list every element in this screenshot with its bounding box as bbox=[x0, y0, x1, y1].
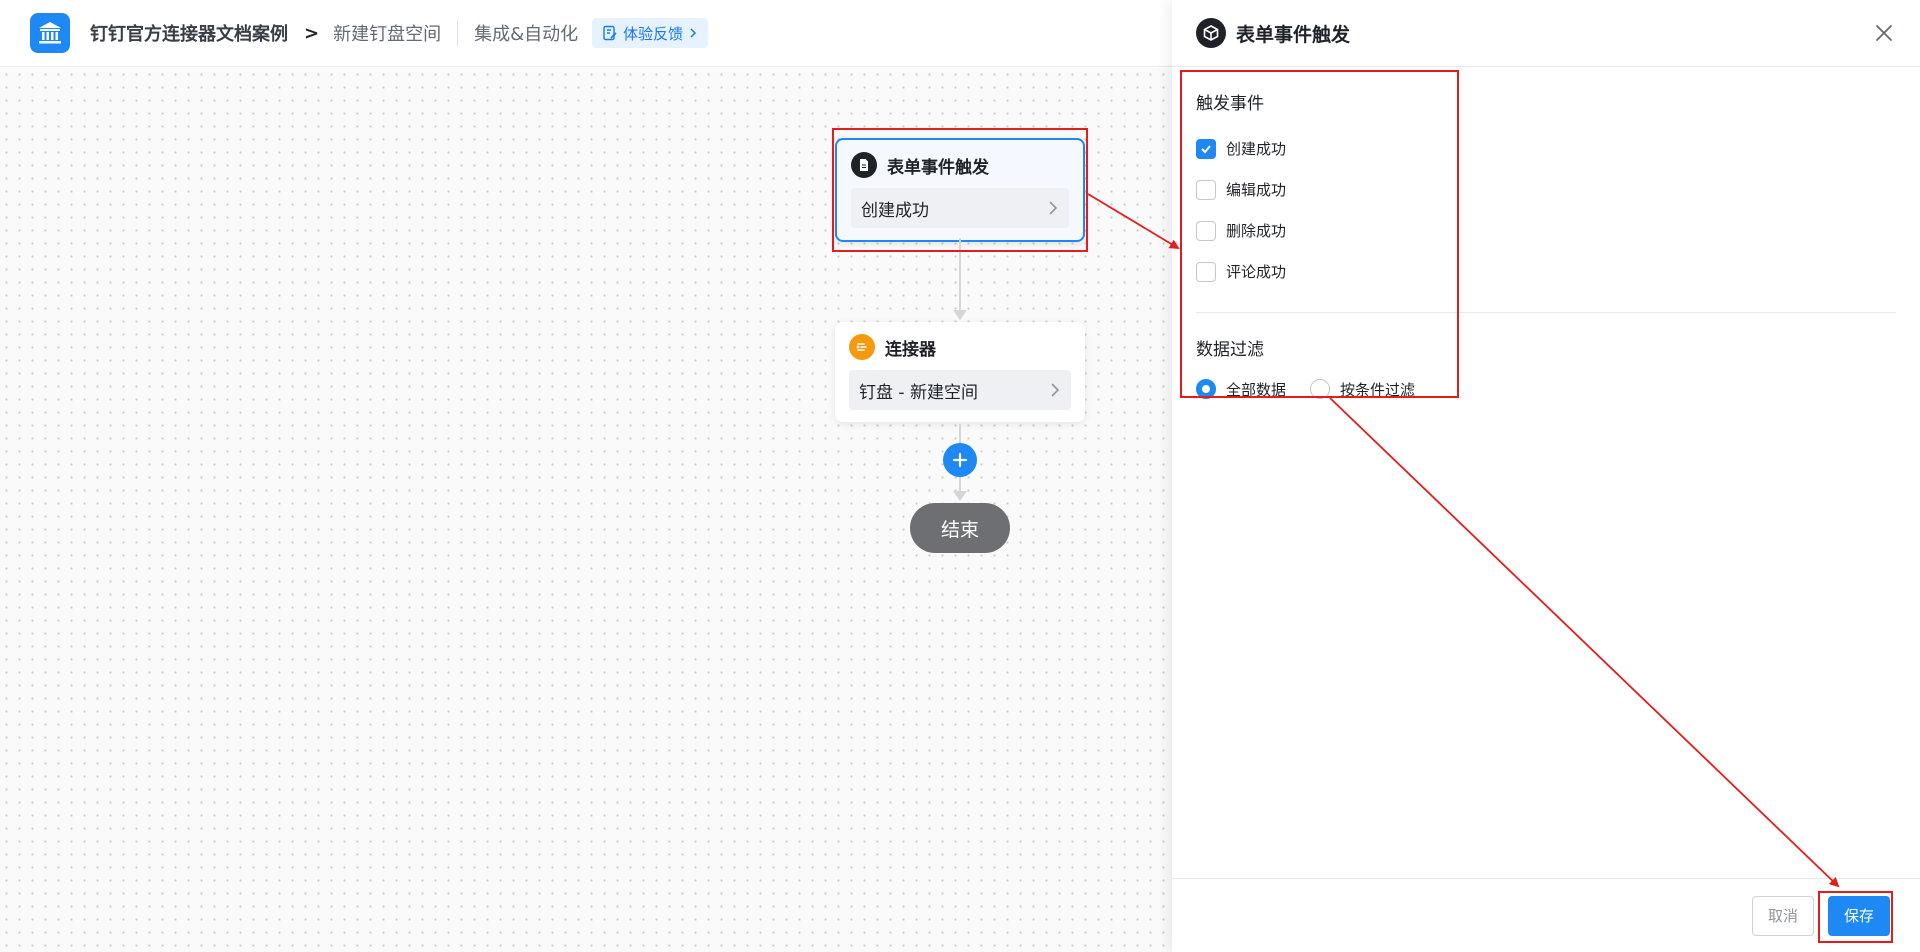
radio-checked[interactable] bbox=[1196, 379, 1216, 399]
trigger-node-value-text: 创建成功 bbox=[861, 200, 929, 221]
feedback-label: 体验反馈 bbox=[623, 24, 684, 43]
cube-icon bbox=[1196, 18, 1226, 48]
chevron-right-icon bbox=[1051, 383, 1060, 397]
checkbox-checked[interactable] bbox=[1196, 138, 1216, 159]
plus-icon bbox=[952, 452, 968, 468]
panel-body: 触发事件 创建成功 编辑成功 删除成功 评论成功 数据过滤 全部数据 按条件过滤 bbox=[1172, 67, 1920, 424]
close-icon bbox=[1876, 25, 1892, 41]
feedback-icon bbox=[603, 25, 617, 41]
trigger-option-edited[interactable]: 编辑成功 bbox=[1196, 169, 1896, 210]
panel-footer: 取消 保存 bbox=[1172, 878, 1920, 952]
trigger-config-panel: 表单事件触发 触发事件 创建成功 编辑成功 删除成功 评论成功 数据过滤 全部数… bbox=[1172, 0, 1920, 952]
trigger-option-label: 评论成功 bbox=[1226, 263, 1287, 281]
flow-canvas[interactable]: 表单事件触发 创建成功 连接器 钉盘 - 新建空间 结束 bbox=[0, 68, 1172, 952]
check-icon bbox=[1201, 144, 1211, 153]
form-document-icon bbox=[851, 152, 877, 178]
trigger-option-label: 创建成功 bbox=[1226, 140, 1287, 158]
checkbox-unchecked[interactable] bbox=[1196, 261, 1216, 282]
breadcrumb-page-name[interactable]: 新建钉盘空间 bbox=[333, 20, 441, 46]
trigger-events-title: 触发事件 bbox=[1196, 94, 1264, 114]
breadcrumb-module[interactable]: 集成&自动化 bbox=[474, 20, 578, 46]
trigger-option-label: 编辑成功 bbox=[1226, 181, 1287, 199]
chevron-right-icon bbox=[1049, 201, 1058, 215]
data-filter-radio-group: 全部数据 按条件过滤 bbox=[1196, 374, 1896, 404]
flow-arrow-down-icon bbox=[953, 310, 967, 320]
panel-title: 表单事件触发 bbox=[1236, 23, 1351, 46]
trigger-node-value[interactable]: 创建成功 bbox=[851, 188, 1069, 228]
data-filter-title: 数据过滤 bbox=[1196, 340, 1264, 360]
radio-unchecked[interactable] bbox=[1310, 379, 1331, 399]
cancel-button[interactable]: 取消 bbox=[1752, 895, 1814, 936]
flow-connector-line bbox=[959, 238, 961, 318]
filter-option-conditional[interactable]: 按条件过滤 bbox=[1310, 379, 1415, 400]
trigger-node-title: 表单事件触发 bbox=[887, 157, 989, 178]
close-button[interactable] bbox=[1872, 21, 1896, 45]
checkbox-unchecked[interactable] bbox=[1196, 179, 1216, 200]
flow-arrow-down-icon bbox=[953, 491, 967, 501]
panel-header: 表单事件触发 bbox=[1172, 0, 1920, 67]
connector-node[interactable]: 连接器 钉盘 - 新建空间 bbox=[835, 322, 1085, 422]
trigger-option-deleted[interactable]: 删除成功 bbox=[1196, 210, 1896, 251]
trigger-node[interactable]: 表单事件触发 创建成功 bbox=[835, 138, 1085, 242]
breadcrumb-app-name[interactable]: 钉钉官方连接器文档案例 bbox=[90, 20, 288, 46]
checkbox-unchecked[interactable] bbox=[1196, 220, 1216, 241]
connector-node-title: 连接器 bbox=[885, 339, 936, 360]
filter-option-label: 按条件过滤 bbox=[1340, 380, 1416, 399]
section-divider bbox=[1196, 312, 1896, 313]
breadcrumb-separator: > bbox=[304, 22, 320, 44]
header-divider bbox=[457, 20, 459, 46]
trigger-node-header: 表单事件触发 bbox=[851, 152, 1069, 178]
chevron-right-icon bbox=[690, 28, 697, 38]
trigger-option-label: 删除成功 bbox=[1226, 222, 1287, 240]
connector-node-header: 连接器 bbox=[849, 334, 1071, 360]
connector-icon bbox=[849, 334, 875, 360]
connector-node-value-text: 钉盘 - 新建空间 bbox=[859, 382, 978, 403]
app-logo-icon[interactable] bbox=[30, 13, 70, 53]
add-node-button[interactable] bbox=[943, 443, 977, 477]
filter-option-label: 全部数据 bbox=[1226, 380, 1287, 399]
connector-node-value[interactable]: 钉盘 - 新建空间 bbox=[849, 370, 1071, 410]
filter-option-all[interactable]: 全部数据 bbox=[1196, 379, 1286, 400]
trigger-option-created[interactable]: 创建成功 bbox=[1196, 128, 1896, 169]
feedback-button[interactable]: 体验反馈 bbox=[592, 18, 709, 48]
trigger-option-commented[interactable]: 评论成功 bbox=[1196, 251, 1896, 292]
save-button[interactable]: 保存 bbox=[1828, 895, 1890, 936]
end-node[interactable]: 结束 bbox=[910, 503, 1010, 553]
